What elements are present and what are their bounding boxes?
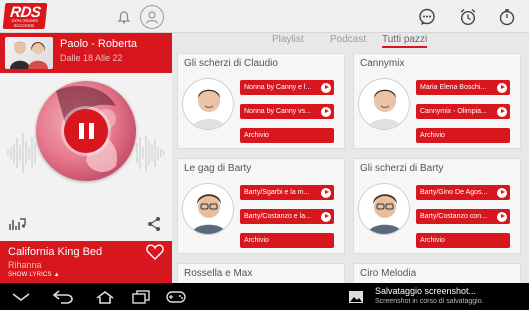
play-icon [321, 187, 331, 198]
song-artist: Rihanna [8, 260, 42, 270]
card-ciro-melodia[interactable]: Ciro Melodia [353, 263, 521, 283]
card-title: Gli scherzi di Barty [360, 163, 444, 174]
archive-button[interactable]: Archivio [416, 233, 510, 248]
tab-tutti-pazzi[interactable]: Tutti pazzi [382, 34, 428, 48]
home-icon[interactable] [94, 288, 116, 305]
current-show[interactable]: Paolo - Roberta Dalle 18 Alle 22 [0, 33, 172, 73]
keyboard-hide-icon[interactable] [10, 288, 32, 305]
notification-title: Salvataggio screenshot... [375, 286, 477, 296]
play-icon [321, 82, 331, 93]
timer-icon[interactable] [496, 6, 518, 28]
hosts-photo [5, 37, 53, 69]
play-icon [321, 106, 331, 117]
heart-icon[interactable] [146, 244, 164, 262]
show-schedule: Dalle 18 Alle 22 [60, 53, 123, 63]
tab-playlist[interactable]: Playlist [272, 34, 304, 45]
card-scherzi-barty: Gli scherzi di Barty Barty/Gino De Agos.… [353, 158, 521, 254]
gamepad-icon[interactable] [165, 288, 187, 305]
podcast-item[interactable]: Barty/Costanzo e la... [240, 209, 334, 224]
song-title: California King Bed [8, 246, 103, 258]
card-gag-barty: Le gag di Barty Barty/Sgarbi e la m... B… [177, 158, 345, 254]
play-icon [497, 211, 507, 222]
card-title: Gli scherzi di Claudio [184, 58, 278, 69]
archive-button[interactable]: Archivio [240, 233, 334, 248]
back-icon[interactable] [52, 288, 74, 305]
archive-button[interactable]: Archivio [240, 128, 334, 143]
podcast-item[interactable]: Barty/Sgarbi e la m... [240, 185, 334, 200]
card-rossella-max[interactable]: Rossella e Max [177, 263, 345, 283]
recent-apps-icon[interactable] [130, 288, 152, 305]
play-icon [497, 187, 507, 198]
screenshot-icon [345, 288, 367, 305]
host-photo [182, 78, 234, 130]
tab-bar: Playlist Podcast Tutti pazzi [172, 33, 529, 49]
show-title: Paolo - Roberta [60, 38, 138, 50]
play-icon [497, 106, 507, 117]
chevron-up-icon: ▲ [53, 272, 60, 278]
podcast-item[interactable]: Nonna by Canny vs... [240, 104, 334, 119]
play-icon [321, 211, 331, 222]
play-icon [497, 82, 507, 93]
host-photo [182, 183, 234, 235]
card-title: Le gag di Barty [184, 163, 252, 174]
player-panel: Paolo - Roberta Dalle 18 Alle 22 Califor… [0, 33, 172, 283]
card-title: Rossella e Max [184, 268, 253, 279]
card-scherzi-claudio: Gli scherzi di Claudio Nonna by Canny e … [177, 53, 345, 149]
card-title: Cannymix [360, 58, 405, 69]
now-playing[interactable]: California King Bed Rihanna SHOW LYRICS … [0, 241, 172, 283]
equalizer-icon[interactable] [8, 215, 26, 233]
bell-icon[interactable] [113, 6, 135, 28]
podcast-item[interactable]: Cannymix - Olimpia... [416, 104, 510, 119]
pause-button[interactable] [64, 109, 108, 153]
player-area [0, 73, 172, 241]
show-lyrics-link[interactable]: SHOW LYRICS ▲ [8, 272, 60, 278]
podcast-item[interactable]: Barty/Costanzo con... [416, 209, 510, 224]
card-cannymix: Cannymix Maria Elena Boschi... Cannymix … [353, 53, 521, 149]
chat-icon[interactable] [416, 6, 438, 28]
card-title: Ciro Melodia [360, 268, 417, 279]
system-nav-bar: Salvataggio screenshot... Screenshot in … [0, 283, 529, 310]
content-panel: Playlist Podcast Tutti pazzi Gli scherzi… [172, 33, 529, 283]
podcast-item[interactable]: Barty/Gino De Agos... [416, 185, 510, 200]
top-bar: RDS 100% GRANDI SUCCESSI [0, 0, 529, 33]
notification-subtitle: Screenshot in corso di salvataggio. [375, 298, 484, 305]
user-icon[interactable] [140, 5, 164, 29]
share-icon[interactable] [145, 215, 163, 233]
host-photo [358, 183, 410, 235]
podcast-item[interactable]: Nonna by Canny e l... [240, 80, 334, 95]
rds-logo[interactable]: RDS 100% GRANDI SUCCESSI [2, 3, 48, 29]
archive-button[interactable]: Archivio [416, 128, 510, 143]
host-photo [358, 78, 410, 130]
alarm-icon[interactable] [457, 6, 479, 28]
podcast-item[interactable]: Maria Elena Boschi... [416, 80, 510, 95]
tab-podcast[interactable]: Podcast [330, 34, 366, 45]
